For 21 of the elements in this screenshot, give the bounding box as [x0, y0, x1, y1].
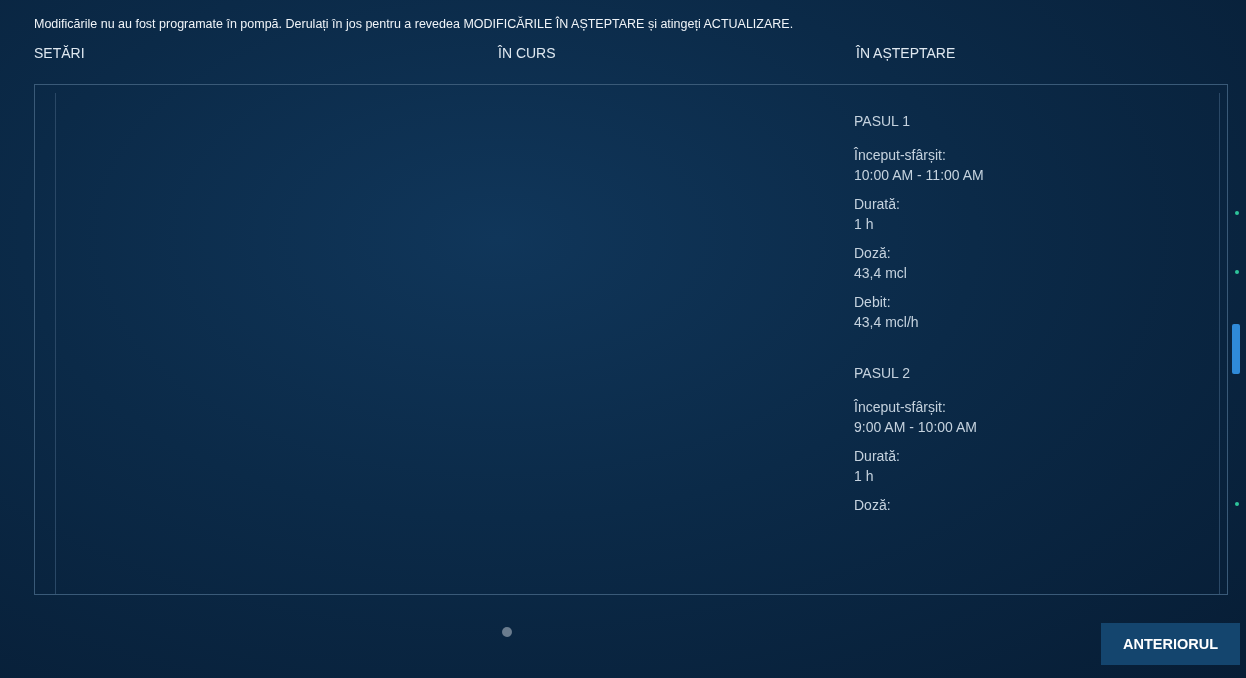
- field-label: Doză:: [854, 244, 892, 263]
- field-label: Durată:: [854, 447, 901, 466]
- step-title: PASUL 2: [854, 365, 912, 381]
- field-label: Doză:: [854, 496, 892, 515]
- field-label: Început-sfârșit:: [854, 398, 947, 417]
- field-value: 43,4 mcl/h: [854, 313, 920, 332]
- notice-message: Modificările nu au fost programate în pompă. Derulați în jos pentru a revedea MODIFICĂRILE ÎN AȘTEPTARE și atingeți ACTUALIZARE.: [33, 15, 795, 33]
- field-value: 9:00 AM - 10:00 AM: [854, 418, 978, 437]
- field-value: 10:00 AM - 11:00 AM: [854, 166, 985, 185]
- column-heading: SETĂRI: [34, 45, 86, 63]
- back-button[interactable]: ANTERIORUL: [1100, 622, 1240, 665]
- field-value: 1 h: [854, 215, 875, 234]
- step-title: PASUL 1: [854, 113, 912, 129]
- field-label: Debit:: [854, 293, 892, 312]
- field-label: Durată:: [854, 195, 901, 214]
- column-heading: ÎN AȘTEPTARE: [856, 45, 957, 63]
- page-indicator: [502, 626, 512, 637]
- field-label: Început-sfârșit:: [854, 146, 947, 165]
- column-heading: ÎN CURS: [498, 45, 557, 63]
- field-value: 43,4 mcl: [854, 264, 908, 283]
- field-value: 1 h: [854, 467, 875, 486]
